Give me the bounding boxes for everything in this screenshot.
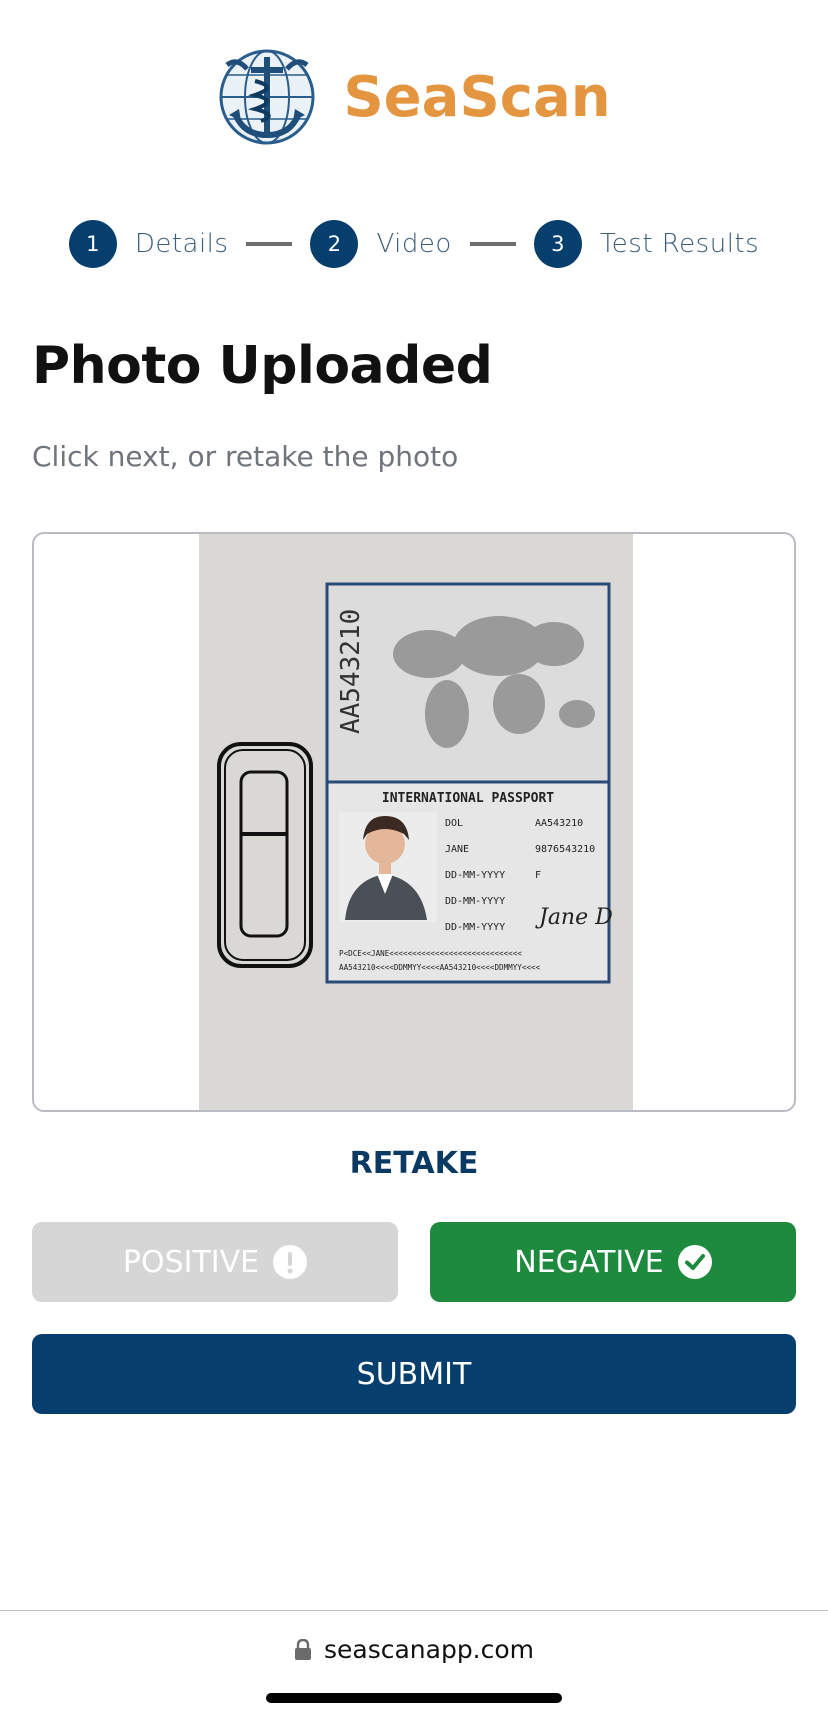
positive-label: POSITIVE <box>122 1244 260 1280</box>
passport-field: F <box>535 870 541 881</box>
uploaded-photo: AA543210 INTERNATIONAL PASSPORT DOL AA54… <box>199 534 633 1110</box>
passport-field: DD-MM-YYYY <box>445 922 505 933</box>
step-number: 3 <box>533 220 582 268</box>
brand-name: SeaScan <box>343 64 611 130</box>
step-number: 2 <box>310 220 359 268</box>
check-circle-icon <box>677 1245 712 1279</box>
progress-stepper: 1 Details 2 Video 3 Test Results <box>0 218 828 270</box>
page-title: Photo Uploaded <box>32 336 493 396</box>
passport-mrz-line: P<DCE<<JANE<<<<<<<<<<<<<<<<<<<<<<<<<<<<< <box>339 949 522 958</box>
app-header: SeaScan <box>0 42 828 152</box>
passport-field: DD-MM-YYYY <box>445 870 505 881</box>
browser-url-bar: seascanapp.com <box>0 1610 828 1715</box>
passport-vertical-number: AA543210 <box>336 609 366 734</box>
passport-field: DOL <box>445 818 463 829</box>
step-connector <box>469 242 516 246</box>
step-connector <box>246 242 293 246</box>
passport-field: DD-MM-YYYY <box>445 896 505 907</box>
step-label: Video <box>376 229 452 259</box>
page-subtitle: Click next, or retake the photo <box>32 440 459 473</box>
positive-button[interactable]: POSITIVE <box>32 1222 398 1302</box>
home-indicator <box>266 1693 562 1703</box>
url-text: seascanapp.com <box>323 1635 535 1664</box>
retake-button[interactable]: RETAKE <box>0 1146 828 1181</box>
step-details: 1 Details <box>68 220 229 268</box>
negative-button[interactable]: NEGATIVE <box>430 1222 796 1302</box>
passport-field: JANE <box>445 844 469 855</box>
passport-test-photo: AA543210 INTERNATIONAL PASSPORT DOL AA54… <box>199 534 633 1110</box>
negative-label: NEGATIVE <box>514 1244 664 1280</box>
step-number: 1 <box>68 220 117 268</box>
step-label: Details <box>134 229 229 259</box>
result-options: POSITIVE NEGATIVE <box>32 1222 796 1302</box>
photo-preview-frame: AA543210 INTERNATIONAL PASSPORT DOL AA54… <box>32 532 796 1112</box>
passport-heading: INTERNATIONAL PASSPORT <box>382 791 554 806</box>
anchor-caduceus-globe-icon <box>219 49 315 145</box>
passport-field: 9876543210 <box>535 844 595 855</box>
step-test-results: 3 Test Results <box>533 220 760 268</box>
passport-signature: Jane D <box>535 905 613 930</box>
passport-mrz-line: AA543210<<<<DDMMYY<<<<AA543210<<<<DDMMYY… <box>339 963 541 972</box>
passport-field: AA543210 <box>535 818 583 829</box>
lock-icon <box>294 1638 311 1660</box>
url-display[interactable]: seascanapp.com <box>0 1635 828 1664</box>
step-label: Test Results <box>599 229 760 259</box>
exclamation-icon <box>273 1245 308 1279</box>
submit-button[interactable]: SUBMIT <box>32 1334 796 1414</box>
step-video: 2 Video <box>310 220 451 268</box>
